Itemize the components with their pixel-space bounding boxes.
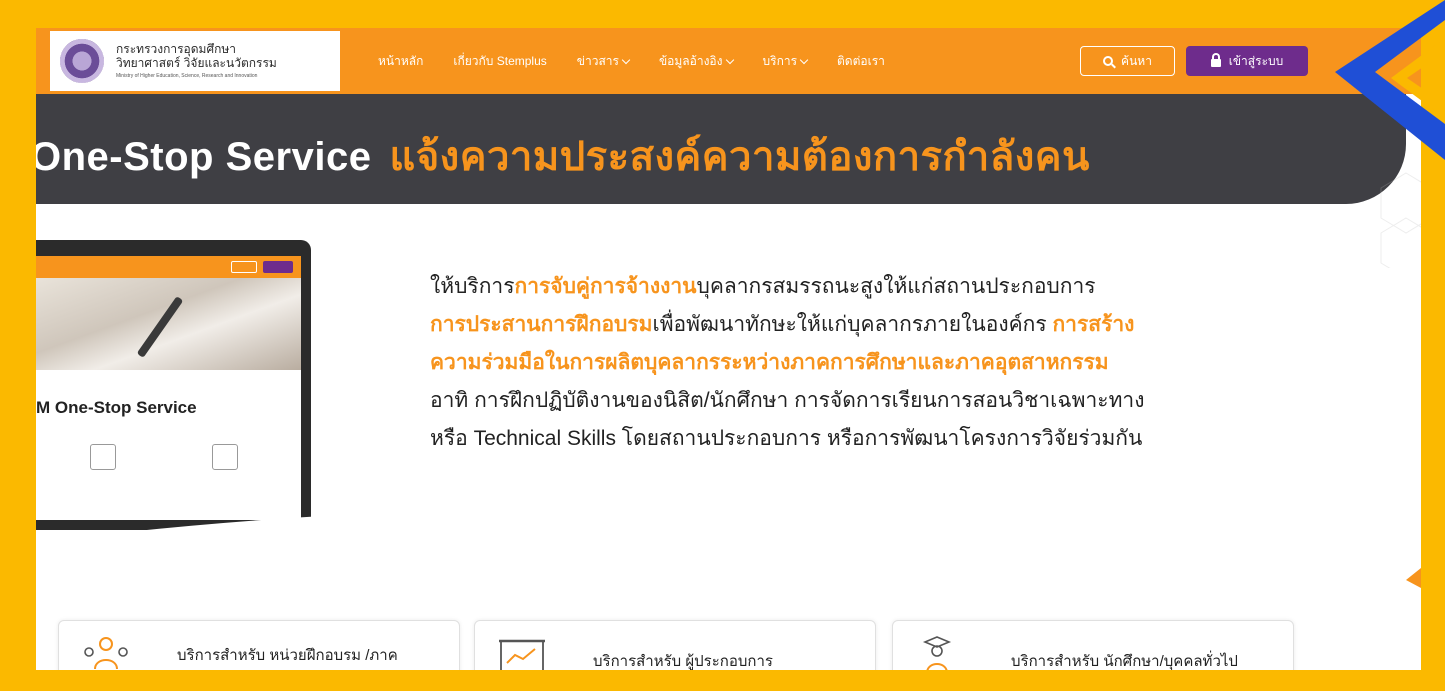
desc-line-4: อาทิ การฝึกปฏิบัติงานของนิสิต/นักศึกษา ก… [430, 389, 1145, 412]
desc-line-3: ความร่วมมือในการผลิตบุคลากรระหว่างภาคการ… [430, 351, 1109, 374]
banner-title-en: One-Stop Service [36, 135, 372, 179]
banner-title: One-Stop Service แจ้งความประสงค์ความต้องก… [36, 124, 1090, 188]
lock-icon [1210, 53, 1221, 67]
writing-hand-photo [36, 278, 301, 370]
main-nav: หน้าหลัก เกี่ยวกับ Stemplus ข่าวสาร ข้อม… [378, 28, 885, 94]
chevron-down-icon [725, 55, 734, 64]
service-card-student[interactable]: บริการสำหรับ นักศึกษา/บุคคลทั่วไป [892, 620, 1294, 670]
search-icon [1103, 56, 1114, 66]
service-card-employer[interactable]: บริการสำหรับ ผู้ประกอบการ [474, 620, 876, 670]
pen-icon [136, 296, 184, 358]
chevron-down-icon [799, 55, 809, 64]
double-chevron-left-icon [1335, 0, 1445, 160]
card-label-employer: บริการสำหรับ ผู้ประกอบการ [593, 653, 773, 670]
service-card-training[interactable]: บริการสำหรับ หน่วยฝึกอบรม /ภาค [58, 620, 460, 670]
search-button[interactable]: ค้นหา [1080, 46, 1175, 76]
mini-login-button [263, 261, 293, 273]
document-icon [212, 444, 238, 470]
logo-text: กระทรวงการอุดมศึกษา วิทยาศาสตร์ วิจัยและ… [116, 42, 277, 80]
ministry-seal-icon [60, 39, 104, 83]
hero-banner: One-Stop Service แจ้งความประสงค์ความต้องก… [36, 94, 1406, 204]
nav-home[interactable]: หน้าหลัก [378, 52, 423, 71]
wave-divider [36, 509, 1421, 573]
nav-services[interactable]: บริการ [763, 52, 809, 71]
nav-about[interactable]: เกี่ยวกับ Stemplus [453, 52, 546, 71]
login-label: เข้าสู่ระบบ [1228, 53, 1284, 68]
login-button[interactable]: เข้าสู่ระบบ [1186, 46, 1308, 76]
desc-line-1: ให้บริการการจับคู่การจ้างงานบุคลากรสมรรถ… [430, 275, 1096, 298]
mini-title: M One-Stop Service [36, 398, 197, 417]
ministry-logo[interactable]: กระทรวงการอุดมศึกษา วิทยาศาสตร์ วิจัยและ… [50, 31, 340, 91]
top-navbar: กระทรวงการอุดมศึกษา วิทยาศาสตร์ วิจัยและ… [36, 28, 1421, 94]
desc-line-2: การประสานการฝึกอบรมเพื่อพัฒนาทักษะให้แก่… [430, 313, 1135, 336]
logo-line-3: Ministry of Higher Education, Science, R… [116, 73, 258, 79]
chevron-down-icon [621, 55, 631, 64]
card-label-student: บริการสำหรับ นักศึกษา/บุคคลทั่วไป [1011, 653, 1238, 670]
people-group-icon [84, 637, 128, 670]
nav-news[interactable]: ข่าวสาร [577, 52, 631, 71]
desc-line-5: หรือ Technical Skills โดยสถานประกอบการ ห… [430, 427, 1143, 450]
chart-board-icon [499, 639, 545, 670]
nav-contact[interactable]: ติดต่อเรา [837, 52, 885, 71]
banner-title-th: แจ้งความประสงค์ความต้องการกำลังคน [389, 135, 1090, 179]
search-label: ค้นหา [1121, 53, 1152, 68]
mini-navbar [36, 256, 301, 278]
card-label-training: บริการสำหรับ หน่วยฝึกอบรม /ภาค [177, 647, 398, 664]
mini-search-button [231, 261, 257, 273]
presentation-icon [90, 444, 116, 470]
graduate-icon [922, 636, 952, 670]
nav-references[interactable]: ข้อมูลอ้างอิง [659, 52, 734, 71]
service-description: ให้บริการการจับคู่การจ้างงานบุคลากรสมรรถ… [430, 268, 1421, 458]
laptop-screen: M One-Stop Service [36, 256, 301, 520]
page-frame: กระทรวงการอุดมศึกษา วิทยาศาสตร์ วิจัยและ… [36, 28, 1421, 670]
corner-accent [1406, 568, 1421, 588]
logo-line-2: วิทยาศาสตร์ วิจัยและนวัตกรรม [116, 56, 277, 70]
logo-line-1: กระทรวงการอุดมศึกษา [116, 42, 236, 56]
hexagon-pattern-icon [1380, 172, 1421, 268]
